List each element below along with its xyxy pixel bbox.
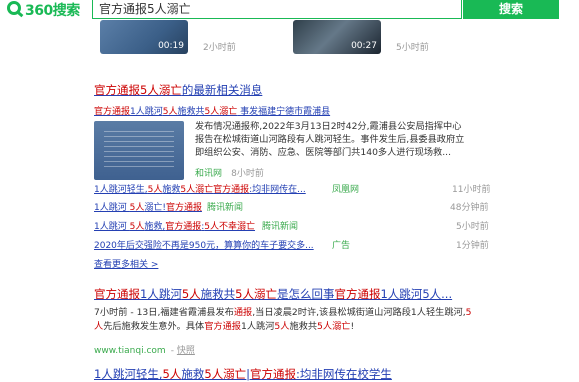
logo-icon[interactable] bbox=[7, 1, 21, 15]
header-bar: 360搜索 搜索 bbox=[0, 0, 579, 20]
news-row-time: 48分钟前 bbox=[450, 203, 489, 213]
snapshot-link[interactable]: 快照 bbox=[177, 346, 195, 356]
search-input[interactable] bbox=[92, 0, 462, 19]
result-title[interactable]: 1人跳河轻生,5人施救5人溺亡|官方通报:均非网传在校学生 bbox=[94, 366, 392, 382]
news-row-time: 1分钟前 bbox=[456, 241, 489, 251]
video-duration: 00:27 bbox=[351, 41, 377, 51]
news-description: 发布情况通报称,2022年3月13日2时42分,霞浦县公安局指挥中心报告在松城街… bbox=[195, 121, 465, 158]
ad-badge: 广告 bbox=[332, 241, 351, 251]
news-source: 和讯网 bbox=[195, 169, 223, 179]
result-url-line: www.tianqi.com - 快照 bbox=[94, 346, 195, 356]
result-title[interactable]: 官方通报1人跳河5人施救共5人溺亡是怎么回事官方通报1人跳河5人... bbox=[94, 286, 452, 302]
result-description: 7小时前 - 13日,福建省霞浦县发布通报,当日凌晨2时许,该县松城街道山河路段… bbox=[94, 307, 472, 318]
news-top-link[interactable]: 官方通报1人跳河5人施救共5人溺亡 事发福建宁德市霞浦县 bbox=[94, 104, 330, 117]
ad-row-link[interactable]: 2020年后交强险不再是950元，算算你的车子要交多... bbox=[94, 238, 314, 251]
site-logo[interactable]: 360搜索 bbox=[25, 0, 80, 20]
news-block-title[interactable]: 官方通报5人溺亡的最新相关消息 bbox=[94, 82, 262, 98]
news-row-time: 5小时前 bbox=[456, 222, 489, 232]
news-row-link[interactable]: 1人跳河 5人溺亡!官方通报 bbox=[94, 200, 202, 213]
news-row-link[interactable]: 1人跳河 5人施救,官方通报:5人不幸溺亡 bbox=[94, 219, 255, 232]
news-source-line: 和讯网 8小时前 bbox=[195, 161, 264, 180]
news-time: 8小时前 bbox=[231, 169, 264, 179]
news-row-source: 凤凰网 bbox=[332, 185, 360, 195]
result-description: 人先后施救发生意外。具体官方通报1人跳河5人施救共5人溺亡! bbox=[94, 321, 355, 332]
search-button[interactable]: 搜索 bbox=[463, 0, 559, 19]
video-thumbnail-1[interactable]: 00:19 bbox=[100, 20, 188, 54]
news-row-source: 腾讯新闻 bbox=[207, 203, 244, 213]
video-time: 5小时前 bbox=[396, 43, 429, 53]
result-url[interactable]: www.tianqi.com bbox=[94, 346, 166, 356]
news-row-link[interactable]: 1人跳河轻生,5人施救5人溺亡官方通报:均非网传在... bbox=[94, 182, 306, 195]
video-time: 2小时前 bbox=[203, 43, 236, 53]
news-row-source: 腾讯新闻 bbox=[262, 222, 299, 232]
video-duration: 00:19 bbox=[158, 41, 184, 51]
news-row-time: 11小时前 bbox=[452, 185, 491, 195]
video-thumbnail-2[interactable]: 00:27 bbox=[293, 20, 381, 54]
news-thumbnail[interactable] bbox=[94, 121, 184, 180]
more-news-link[interactable]: 查看更多相关 > bbox=[94, 257, 158, 270]
